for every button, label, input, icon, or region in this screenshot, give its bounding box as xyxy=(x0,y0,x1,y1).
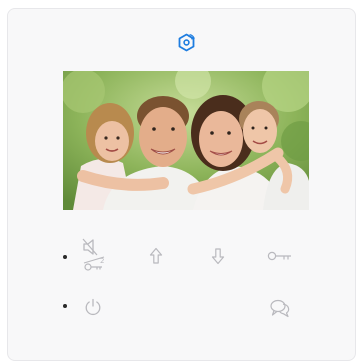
speaker-mute-key-2-icon: 2 xyxy=(82,238,104,271)
power-icon xyxy=(85,298,101,316)
mute-unlock-2-label: 2 xyxy=(100,257,104,265)
indicator-led-row2 xyxy=(63,304,67,308)
unlock-key-button[interactable] xyxy=(266,248,294,264)
family-photo xyxy=(63,71,309,210)
down-arrow-icon xyxy=(211,248,225,265)
up-arrow-button[interactable] xyxy=(147,246,165,266)
wifi-settings-icon[interactable] xyxy=(177,33,196,52)
intercom-button[interactable] xyxy=(268,297,292,319)
key-icon xyxy=(267,251,291,261)
indicator-led-row1 xyxy=(63,255,67,259)
chat-bubbles-icon xyxy=(270,299,290,318)
display-screen xyxy=(63,71,309,210)
power-button[interactable] xyxy=(83,297,103,317)
down-arrow-button[interactable] xyxy=(209,246,227,266)
mute-unlock-2-button[interactable]: 2 xyxy=(80,236,108,272)
up-arrow-icon xyxy=(149,247,163,264)
